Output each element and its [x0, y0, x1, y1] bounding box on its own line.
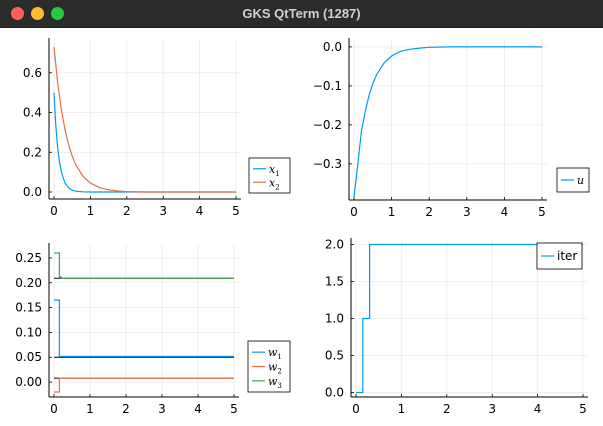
x-tick-label: 5	[232, 204, 240, 218]
legend: x1x2	[248, 157, 291, 194]
subplot-3: 0 1 2 3 4 5 0.00 0.05 0.10 0.15 0.20 0.25 w1w2w3	[15, 243, 291, 416]
y-tick-label: −0.1	[313, 79, 342, 93]
x-tick-label: 2	[122, 402, 130, 416]
x-tick-label: 5	[579, 402, 587, 416]
x-tick-label: 4	[501, 205, 509, 219]
y-tick-label: 0.2	[23, 145, 42, 159]
plot-canvas: 0 1 2 3 4 5 0.0 0.2 0.4 0.6 x1x2 0 1 2 3 4 5 0.0 −0.1 −0.2 −…	[15, 38, 590, 416]
series-line-u	[353, 46, 542, 198]
title-bar: GKS QtTerm (1287)	[0, 0, 603, 28]
x-tick-label: 2	[425, 205, 433, 219]
x-tick-label: 2	[123, 204, 131, 218]
subplot-1: 0 1 2 3 4 5 0.0 0.2 0.4 0.6 x1x2	[23, 38, 291, 218]
x-tick-label: 1	[86, 402, 94, 416]
y-tick-label: 0.0	[23, 185, 42, 199]
subplot-4: 0 1 2 3 4 5 0.0 0.5 1.0 1.5 2.0 iter	[325, 237, 588, 416]
y-tick-label: 0.4	[23, 106, 42, 120]
legend: iter	[536, 242, 583, 270]
x-tick-label: 1	[388, 205, 396, 219]
x-tick-label: 0	[50, 402, 58, 416]
legend: u	[556, 167, 590, 193]
y-tick-label: −0.3	[313, 157, 342, 171]
y-tick-label: 0.0	[323, 40, 342, 54]
legend: w1w2w3	[247, 340, 291, 393]
x-tick-label: 0	[352, 402, 360, 416]
window-title: GKS QtTerm (1287)	[242, 6, 361, 21]
x-tick-label: 2	[443, 402, 451, 416]
y-tick-label: 0.0	[325, 386, 344, 400]
y-tick-label: 0.05	[15, 350, 42, 364]
x-tick-label: 4	[534, 402, 542, 416]
y-tick-label: 0.20	[15, 276, 42, 290]
y-tick-label: 1.0	[325, 312, 344, 326]
legend-label: u	[577, 174, 584, 187]
series-line-x2	[53, 46, 236, 193]
series-line-x1	[53, 92, 236, 193]
y-tick-label: 0.25	[15, 251, 42, 265]
x-tick-label: 3	[463, 205, 471, 219]
y-tick-label: 0.00	[15, 375, 42, 389]
subplot-2: 0 1 2 3 4 5 0.0 −0.1 −0.2 −0.3 u	[313, 38, 590, 219]
x-tick-label: 4	[194, 402, 202, 416]
x-tick-label: 4	[196, 204, 204, 218]
x-tick-label: 0	[50, 204, 58, 218]
x-tick-label: 0	[350, 205, 358, 219]
y-tick-label: 2.0	[325, 237, 344, 251]
series-line-w3	[54, 252, 234, 279]
series-line-w1	[54, 299, 234, 357]
x-tick-label: 3	[159, 204, 167, 218]
y-tick-label: 0.15	[15, 301, 42, 315]
y-tick-label: 0.10	[15, 325, 42, 339]
y-tick-label: 0.6	[23, 66, 42, 80]
y-tick-label: 0.5	[325, 349, 344, 363]
y-tick-label: −0.2	[313, 118, 342, 132]
x-tick-label: 5	[230, 402, 238, 416]
legend-label: iter	[557, 249, 577, 263]
app-window: GKS QtTerm (1287) 0 1 2 3 4 5 0.0 0.2 0.4 0.6 x1 x2…	[0, 0, 603, 426]
x-tick-label: 3	[158, 402, 166, 416]
x-tick-label: 3	[488, 402, 496, 416]
x-tick-label: 5	[538, 205, 546, 219]
series-line-w2	[54, 377, 234, 393]
y-tick-label: 1.5	[325, 274, 344, 288]
x-tick-label: 1	[398, 402, 406, 416]
x-tick-label: 1	[87, 204, 95, 218]
